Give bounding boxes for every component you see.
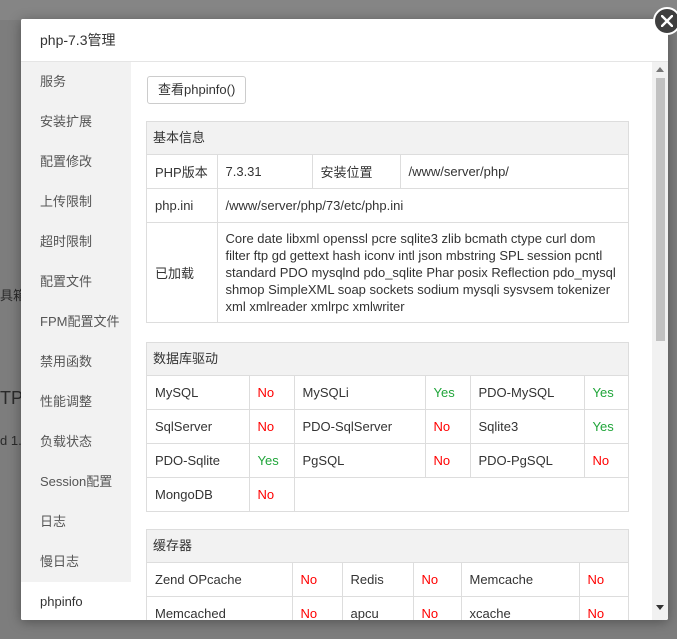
install-location-label: 安装位置 (311, 155, 401, 189)
php-ini-value: /www/server/php/73/etc/php.ini (216, 188, 628, 223)
view-phpinfo-button[interactable]: 查看phpinfo() (147, 76, 247, 104)
install-location-value: /www/server/php/ (399, 155, 628, 189)
content-area: 查看phpinfo() 基本信息 PHP版本 7.3.31 安装位置 /www/… (131, 62, 658, 620)
scroll-thumb[interactable] (656, 78, 665, 341)
loaded-extensions: Core date libxml openssl pcre sqlite3 zl… (216, 222, 628, 322)
panel-title: 数据库驱动 (147, 343, 628, 376)
sidebar-item-slow-log[interactable]: 慢日志 (21, 542, 131, 582)
driver-name: PDO-MySQL (469, 376, 585, 410)
sidebar-item-disabled-functions[interactable]: 禁用函数 (21, 342, 131, 382)
cache-name: Redis (341, 563, 414, 597)
basic-info-panel: 基本信息 PHP版本 7.3.31 安装位置 /www/server/php/ … (146, 121, 629, 323)
database-drivers-panel: 数据库驱动 MySQL No MySQLi Yes PDO-MySQL Yes … (146, 342, 629, 512)
backdrop-text: TP (0, 388, 24, 408)
cache-name: apcu (341, 596, 414, 620)
driver-name: PDO-Sqlite (147, 443, 250, 478)
table-row: SqlServer No PDO-SqlServer No Sqlite3 Ye… (147, 409, 628, 444)
cache-name: Memcache (460, 563, 580, 597)
sidebar-item-install-extension[interactable]: 安装扩展 (21, 102, 131, 142)
vertical-scrollbar[interactable] (652, 62, 668, 620)
basic-info-table: PHP版本 7.3.31 安装位置 /www/server/php/ php.i… (147, 155, 628, 322)
driver-name: Sqlite3 (469, 409, 585, 444)
sidebar-item-config-file[interactable]: 配置文件 (21, 262, 131, 302)
cache-status: No (291, 596, 343, 620)
table-row: 已加载 Core date libxml openssl pcre sqlite… (147, 222, 628, 322)
cache-name: xcache (460, 596, 580, 620)
driver-status: Yes (248, 443, 295, 478)
scroll-up-arrow-icon[interactable] (652, 62, 668, 76)
php-version-value: 7.3.31 (216, 155, 313, 189)
panel-title: 缓存器 (147, 530, 628, 563)
driver-status: Yes (424, 376, 471, 410)
cache-table: Zend OPcache No Redis No Memcache No Mem… (147, 563, 628, 620)
driver-name: PgSQL (293, 443, 426, 478)
cache-name: Zend OPcache (147, 563, 293, 597)
close-icon[interactable] (653, 7, 677, 35)
cache-name: Memcached (147, 596, 293, 620)
database-drivers-table: MySQL No MySQLi Yes PDO-MySQL Yes SqlSer… (147, 376, 628, 511)
empty-cell (293, 477, 628, 511)
sidebar-item-session-config[interactable]: Session配置 (21, 462, 131, 502)
cache-status: No (291, 563, 343, 597)
sidebar-item-fpm-config[interactable]: FPM配置文件 (21, 302, 131, 342)
sidebar-item-upload-limit[interactable]: 上传限制 (21, 182, 131, 222)
driver-name: MySQLi (293, 376, 426, 410)
sidebar-item-performance[interactable]: 性能调整 (21, 382, 131, 422)
driver-status: No (424, 409, 471, 444)
driver-name: SqlServer (147, 409, 250, 444)
cache-status: No (578, 596, 628, 620)
backdrop-header (0, 0, 677, 20)
driver-status: No (583, 443, 628, 478)
table-row: PDO-Sqlite Yes PgSQL No PDO-PgSQL No (147, 443, 628, 478)
sidebar-item-config-edit[interactable]: 配置修改 (21, 142, 131, 182)
sidebar-item-timeout-limit[interactable]: 超时限制 (21, 222, 131, 262)
sidebar-item-service[interactable]: 服务 (21, 62, 131, 102)
loaded-label: 已加载 (147, 222, 218, 322)
driver-status: No (424, 443, 471, 478)
driver-name: PDO-PgSQL (469, 443, 585, 478)
sidebar-item-phpinfo[interactable]: phpinfo (21, 582, 131, 620)
cache-panel: 缓存器 Zend OPcache No Redis No Memcache No… (146, 529, 629, 620)
cache-status: No (412, 596, 462, 620)
driver-name: MongoDB (147, 477, 250, 511)
table-row: Memcached No apcu No xcache No (147, 596, 628, 620)
table-row: php.ini /www/server/php/73/etc/php.ini (147, 188, 628, 223)
backdrop-text: d 1. (0, 433, 22, 448)
php-ini-label: php.ini (147, 188, 218, 223)
driver-status: Yes (583, 409, 628, 444)
driver-status: No (248, 477, 295, 511)
cache-status: No (412, 563, 462, 597)
php-version-label: PHP版本 (147, 155, 218, 189)
table-row: MongoDB No (147, 477, 628, 511)
driver-status: No (248, 376, 295, 410)
cache-status: No (578, 563, 628, 597)
php-manager-modal: php-7.3管理 服务 安装扩展 配置修改 上传限制 超时限制 配置文件 FP… (21, 19, 668, 620)
modal-title: php-7.3管理 (21, 19, 668, 62)
sidebar: 服务 安装扩展 配置修改 上传限制 超时限制 配置文件 FPM配置文件 禁用函数… (21, 62, 131, 620)
scroll-down-arrow-icon[interactable] (652, 600, 668, 614)
driver-name: MySQL (147, 376, 250, 410)
panel-title: 基本信息 (147, 122, 628, 155)
table-row: MySQL No MySQLi Yes PDO-MySQL Yes (147, 376, 628, 410)
driver-status: Yes (583, 376, 628, 410)
driver-status: No (248, 409, 295, 444)
driver-name: PDO-SqlServer (293, 409, 426, 444)
table-row: PHP版本 7.3.31 安装位置 /www/server/php/ (147, 155, 628, 189)
sidebar-item-log[interactable]: 日志 (21, 502, 131, 542)
table-row: Zend OPcache No Redis No Memcache No (147, 563, 628, 597)
sidebar-item-load-status[interactable]: 负载状态 (21, 422, 131, 462)
